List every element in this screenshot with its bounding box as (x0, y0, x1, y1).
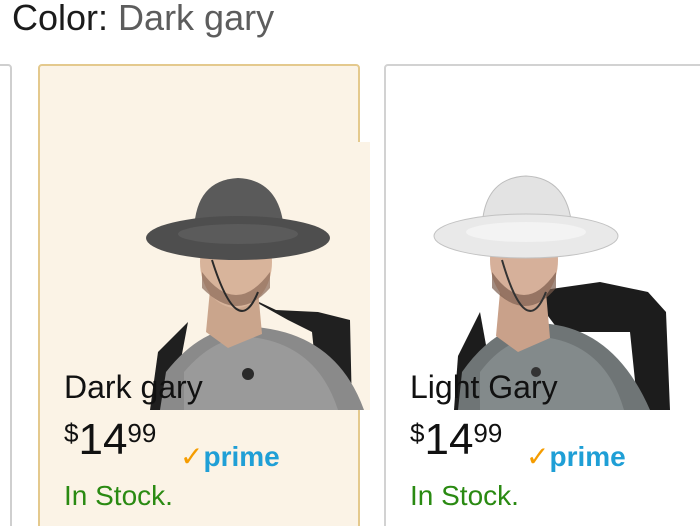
swatch-price: $1499 (410, 415, 503, 464)
color-label: Color: (12, 0, 109, 38)
selected-color-value: Dark gary (118, 0, 275, 38)
prime-check-icon: ✓ (526, 441, 550, 472)
swatch-name: Light Gary (410, 369, 558, 405)
stock-status: In Stock. (64, 480, 173, 511)
color-swatch-dark-gary[interactable]: Dark gary $1499 ✓prime In Stock. (38, 64, 370, 526)
prime-badge: ✓prime (526, 441, 626, 472)
prime-badge: ✓prime (180, 441, 280, 472)
color-selection-header: Color: Dark gary (12, 0, 274, 40)
swatch-name: Dark gary (64, 369, 203, 405)
color-swatch-light-gary[interactable]: Light Gary $1499 ✓prime In Stock. (384, 64, 700, 526)
stock-status: In Stock. (410, 480, 519, 511)
color-selector-page: Color: Dark gary Dark gary $1499 ✓prime … (0, 0, 700, 526)
swatch-price: $1499 (64, 415, 157, 464)
prime-check-icon: ✓ (180, 441, 204, 472)
color-swatch-previous[interactable] (0, 64, 12, 526)
